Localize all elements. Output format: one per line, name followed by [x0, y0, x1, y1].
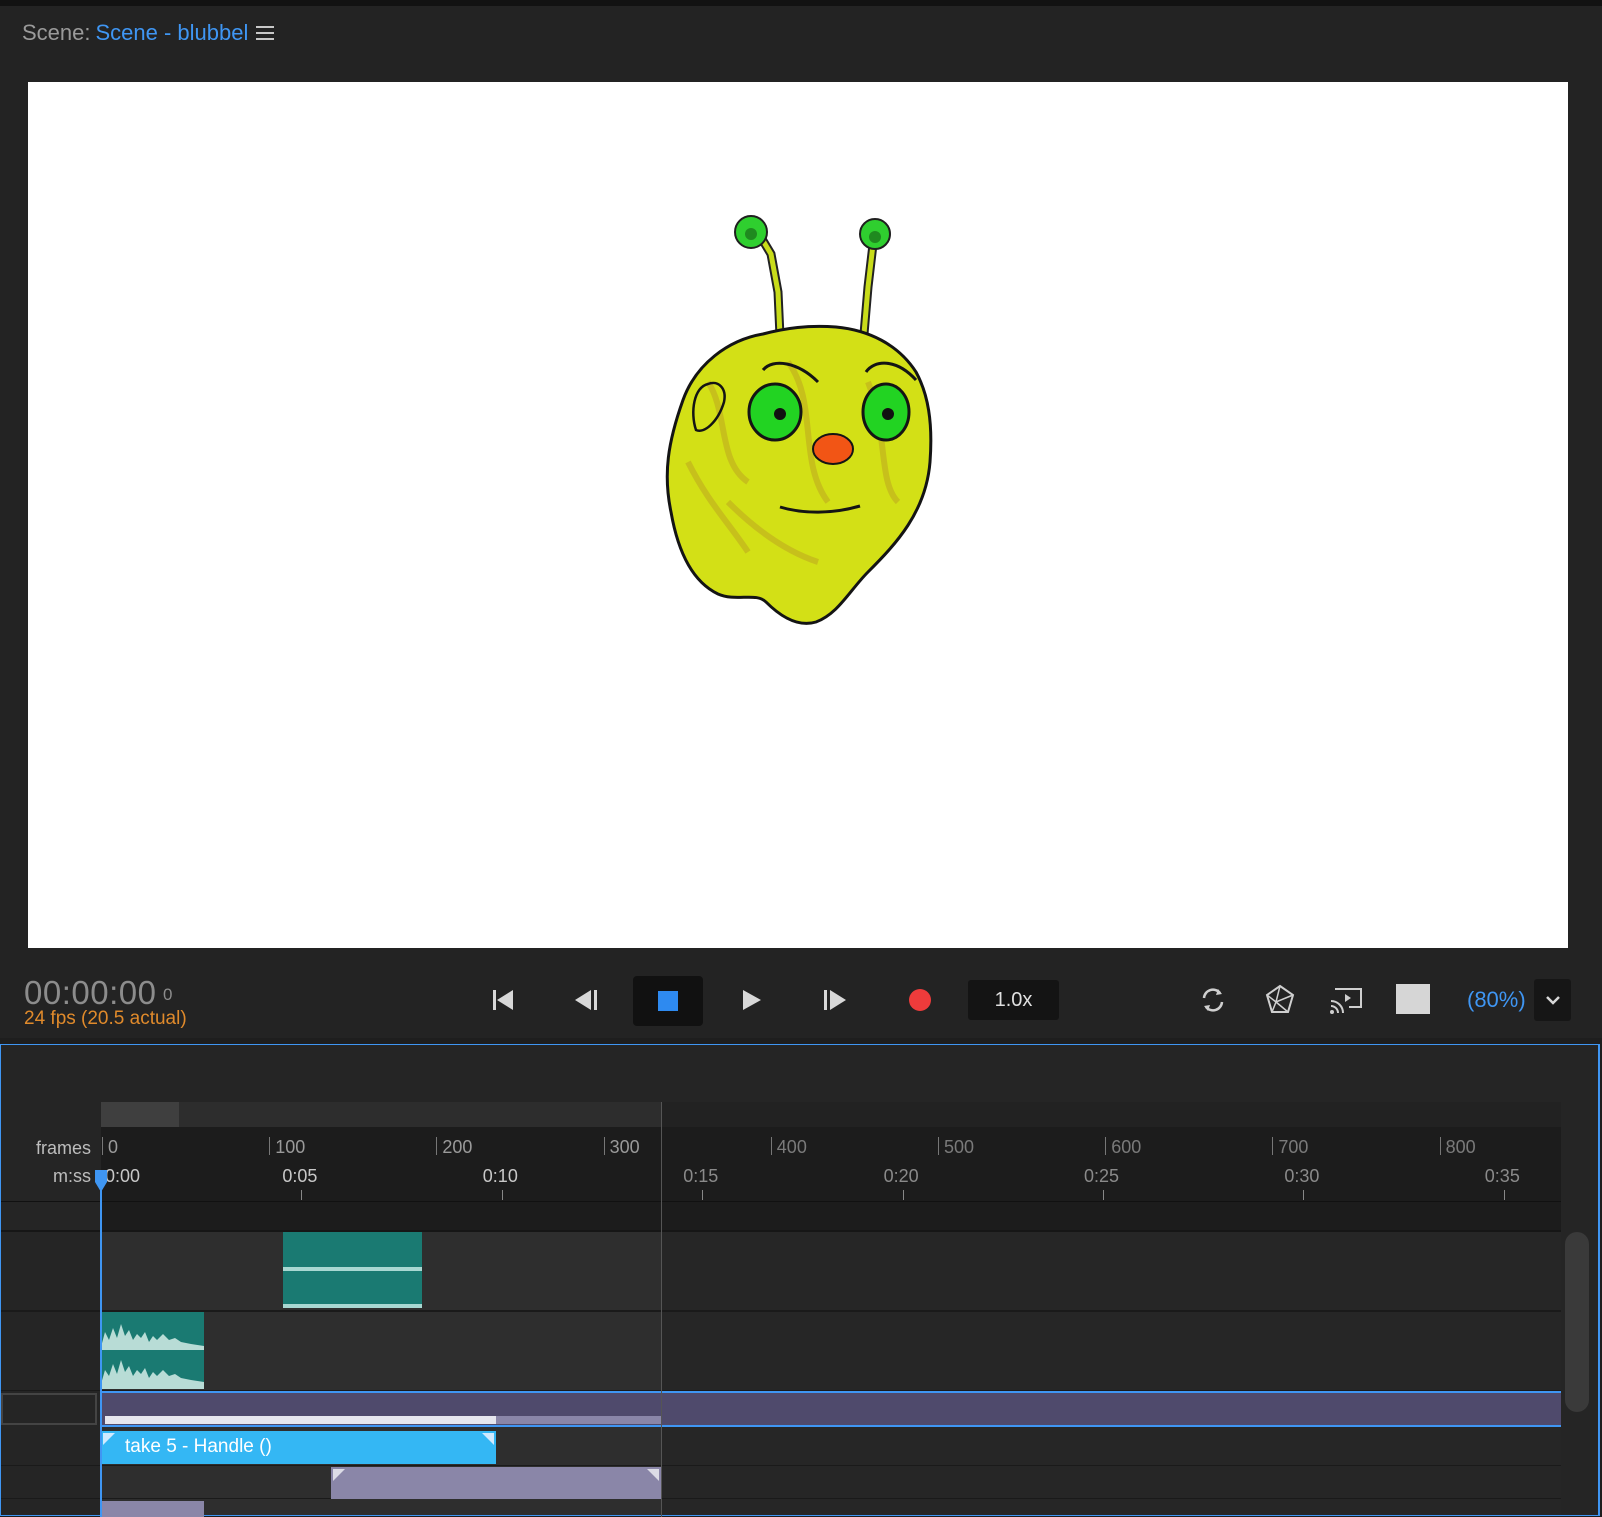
playback-speed-button[interactable]: 1.0x: [968, 980, 1059, 1020]
frame-tick-mark: [1439, 1137, 1441, 1155]
frame-tick-mark: [770, 1137, 772, 1155]
frame-tick-label: 400: [776, 1137, 807, 1157]
frame-tick-label: 200: [442, 1137, 473, 1157]
selected-track-bar[interactable]: [101, 1391, 1561, 1427]
pupil-right: [882, 408, 894, 420]
time-tick-mark: [902, 1190, 904, 1200]
time-tick-mark: [1303, 1190, 1305, 1200]
time-tick-mark: [1103, 1190, 1104, 1200]
play-button[interactable]: [734, 982, 770, 1018]
background-swatch-icon: [1396, 984, 1430, 1014]
frame-tick-mark: [603, 1137, 605, 1155]
trigger-clip-small[interactable]: [101, 1501, 204, 1517]
time-tick-label: 0:35: [1484, 1166, 1520, 1186]
frame-tick-mark: [938, 1137, 939, 1155]
skip-to-start-icon: [493, 990, 513, 1010]
audio-waveform-clip[interactable]: [101, 1312, 204, 1389]
scene-header: Scene: Scene - blubbel: [22, 20, 248, 46]
frame-tick-mark: [436, 1137, 438, 1155]
clip-start-handle-icon[interactable]: [103, 1433, 115, 1445]
frame-tick-label: 0: [108, 1137, 119, 1157]
play-icon: [743, 990, 761, 1010]
frame-tick-label: 700: [1278, 1137, 1309, 1157]
frame-tick-label: 300: [609, 1137, 640, 1157]
scene-name[interactable]: Scene - blubbel: [96, 20, 249, 46]
loop-icon: [1202, 988, 1224, 1012]
pupil-left: [774, 408, 786, 420]
antenna-left: [734, 215, 785, 341]
vertical-scrollbar[interactable]: [1565, 1232, 1589, 1412]
record-icon: [909, 989, 931, 1011]
work-area-end-marker[interactable]: [661, 1102, 662, 1517]
chevron-down-icon: [1545, 996, 1560, 1005]
playhead[interactable]: [100, 1180, 102, 1517]
step-back-button[interactable]: [568, 982, 604, 1018]
time-tick-label: 0:10: [482, 1166, 518, 1186]
scene-stage[interactable]: [28, 82, 1568, 948]
puppet-character[interactable]: [28, 82, 1568, 948]
frame-tick-mark: [1272, 1137, 1274, 1155]
time-tick-label: 0:00: [105, 1166, 141, 1186]
loop-button[interactable]: [1193, 980, 1233, 1020]
cast-icon: [1330, 988, 1362, 1014]
frame-number: 0: [163, 985, 173, 1004]
record-button[interactable]: [902, 982, 938, 1018]
timeline-scroll-thumb[interactable]: [101, 1102, 179, 1127]
frame-tick-mark: [269, 1137, 271, 1155]
audio-clip[interactable]: [283, 1232, 422, 1308]
nose: [812, 433, 854, 465]
time-tick-mark: [702, 1190, 704, 1200]
fps-readout: 24 fps (20.5 actual): [24, 1008, 187, 1029]
frame-tick-label: 800: [1445, 1137, 1476, 1157]
frames-label: frames: [35, 1138, 91, 1158]
clip-end-handle-icon[interactable]: [482, 1433, 494, 1445]
step-back-icon: [575, 990, 597, 1010]
character-head: [665, 324, 933, 625]
skip-to-start-button[interactable]: [485, 982, 521, 1018]
step-forward-button[interactable]: [817, 982, 853, 1018]
time-tick-label: 0:20: [883, 1166, 919, 1186]
time-tick-label: 0:15: [683, 1166, 719, 1186]
frame-tick-label: 600: [1111, 1137, 1142, 1157]
timecode-display: 00:00:00: [24, 974, 157, 1011]
time-tick-mark: [301, 1190, 303, 1200]
time-tick-mark: [1503, 1190, 1505, 1200]
take-clip-label: take 5 - Handle (): [125, 1436, 272, 1457]
stop-button[interactable]: [633, 976, 703, 1026]
clip-start-handle-icon[interactable]: [333, 1469, 345, 1481]
frame-tick-mark: [102, 1137, 103, 1155]
puppet-mesh-button[interactable]: [1260, 980, 1300, 1020]
clip-end-handle-icon[interactable]: [647, 1469, 659, 1481]
frame-tick-mark: [1105, 1137, 1107, 1155]
hamburger-menu-icon[interactable]: [256, 26, 274, 42]
time-tick-label: 0:05: [282, 1166, 318, 1186]
time-tick-label: 0:25: [1084, 1166, 1120, 1186]
step-forward-icon: [824, 990, 846, 1010]
playhead-handle-icon[interactable]: [93, 1170, 109, 1194]
background-color-button[interactable]: [1395, 982, 1431, 1016]
zoom-level[interactable]: (80%): [1467, 987, 1526, 1013]
timeline-scroll-track[interactable]: [101, 1102, 1561, 1127]
trigger-clip[interactable]: [331, 1467, 661, 1499]
zoom-dropdown-button[interactable]: [1534, 979, 1571, 1021]
stop-icon: [658, 991, 678, 1011]
cast-button[interactable]: [1327, 980, 1367, 1020]
time-tick-label: 0:30: [1284, 1166, 1320, 1186]
scene-label: Scene:: [22, 20, 91, 45]
audio-waveform: [101, 1324, 204, 1389]
frame-tick-label: 100: [275, 1137, 306, 1157]
time-tick-mark: [501, 1190, 503, 1200]
puppet-mesh-icon: [1265, 984, 1295, 1013]
timeline-panel: frames m:ss 0 100 200 300 400 500 600 700 800 0:…: [0, 1044, 1600, 1517]
antenna-right: [859, 218, 891, 339]
frame-tick-label: 500: [944, 1137, 975, 1157]
track-header-selected[interactable]: [1, 1393, 97, 1425]
take-clip[interactable]: take 5 - Handle (): [101, 1431, 496, 1464]
mss-label: m:ss: [53, 1166, 91, 1186]
ruler-area[interactable]: [101, 1127, 1561, 1244]
